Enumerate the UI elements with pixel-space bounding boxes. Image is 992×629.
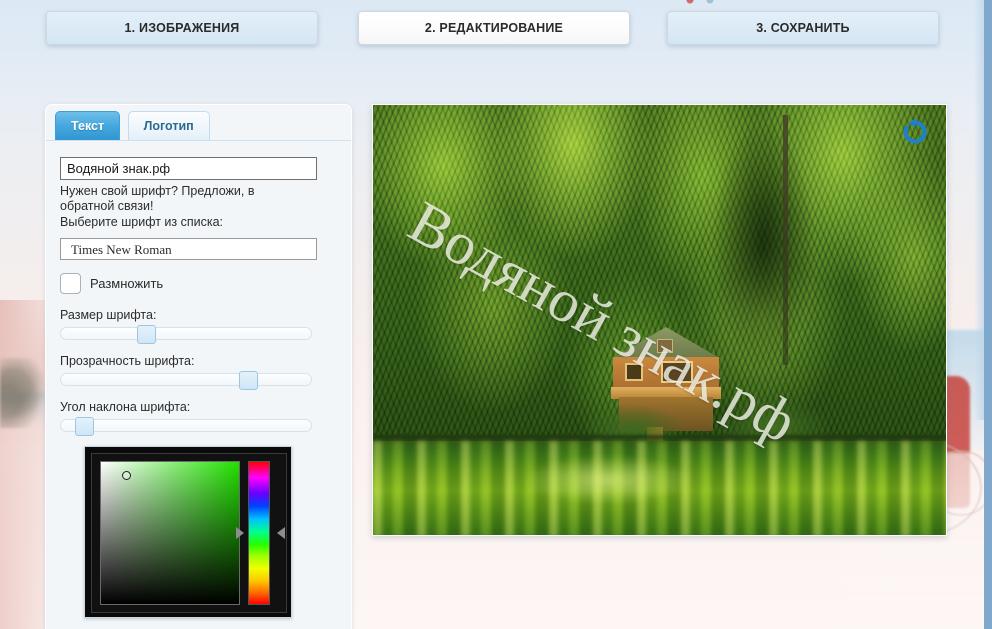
image-preview[interactable]: Водяной знак.рф — [372, 104, 947, 536]
preview-water — [373, 441, 946, 535]
slider-handle-angle[interactable] — [75, 417, 94, 436]
background-tree — [0, 358, 48, 428]
hue-marker-right-icon — [277, 527, 285, 539]
slider-group-opacity: Прозрачность шрифта: — [60, 354, 337, 390]
font-hint-line1: Нужен свой шрифт? Предложи, в — [60, 184, 255, 198]
slider-handle-font-size[interactable] — [137, 325, 156, 344]
step-label-save: 3. СОХРАНИТЬ — [756, 21, 850, 35]
slider-group-font-size: Размер шрифта: — [60, 308, 337, 344]
saturation-value-cursor[interactable] — [121, 470, 131, 480]
panel-body: Нужен свой шрифт? Предложи, в обратной с… — [46, 141, 351, 618]
color-picker-inner — [91, 453, 287, 613]
hue-strip[interactable] — [248, 461, 270, 605]
font-hint-line2: обратной связи! — [60, 199, 154, 213]
font-hint: Нужен свой шрифт? Предложи, в обратной с… — [60, 184, 310, 214]
step-label-editing: 2. РЕДАКТИРОВАНИЕ — [424, 21, 564, 35]
slider-label-opacity: Прозрачность шрифта: — [60, 354, 195, 368]
settings-panel: Текст Логотип Нужен свой шрифт? Предложи… — [45, 104, 352, 629]
slider-group-angle: Угол наклона шрифта: — [60, 400, 337, 436]
app-page: 1. ИЗОБРАЖЕНИЯ 2. РЕДАКТИРОВАНИЕ 3. СОХР… — [0, 0, 992, 629]
cabin-window-right — [661, 361, 693, 383]
tab-logo[interactable]: Логотип — [127, 111, 210, 140]
multiply-checkbox[interactable] — [60, 273, 81, 294]
font-choose-label: Выберите шрифт из списка: — [60, 215, 224, 229]
watermark-text-input[interactable] — [60, 157, 317, 180]
tab-text-label: Текст — [71, 119, 105, 133]
preview-tree-trunk — [783, 115, 788, 365]
slider-opacity[interactable] — [60, 371, 312, 390]
color-picker[interactable] — [84, 446, 292, 618]
multiply-checkbox-row[interactable]: Размножить — [60, 273, 337, 294]
slider-angle[interactable] — [60, 417, 312, 436]
slider-label-angle: Угол наклона шрифта: — [60, 400, 191, 414]
multiply-checkbox-label: Размножить — [90, 276, 164, 291]
background-right-edge — [984, 0, 992, 629]
preview-water-highlight — [493, 449, 723, 511]
slider-handle-opacity[interactable] — [239, 371, 258, 390]
cabin-dormer-window — [657, 339, 673, 353]
step-label-images: 1. ИЗОБРАЖЕНИЯ — [124, 21, 240, 35]
saturation-value-square[interactable] — [100, 461, 240, 605]
tabbar-divider — [46, 140, 351, 141]
background-right-gradient — [974, 0, 984, 420]
panel-tabbar: Текст Логотип — [46, 105, 351, 141]
step-navigation: 1. ИЗОБРАЖЕНИЯ 2. РЕДАКТИРОВАНИЕ 3. СОХР… — [0, 11, 992, 47]
rotate-icon[interactable] — [900, 117, 930, 147]
tab-text[interactable]: Текст — [55, 111, 121, 140]
slider-label-font-size: Размер шрифта: — [60, 308, 157, 322]
step-button-save[interactable]: 3. СОХРАНИТЬ — [667, 11, 939, 45]
background-dots — [684, 0, 724, 6]
step-button-images[interactable]: 1. ИЗОБРАЖЕНИЯ — [46, 11, 318, 45]
hue-marker-left-icon — [236, 527, 244, 539]
step-button-editing[interactable]: 2. РЕДАКТИРОВАНИЕ — [358, 11, 630, 45]
slider-font-size[interactable] — [60, 325, 312, 344]
tab-logo-label: Логотип — [143, 119, 194, 133]
font-select[interactable]: Times New Roman — [60, 238, 317, 260]
cabin-window-left — [625, 363, 643, 381]
